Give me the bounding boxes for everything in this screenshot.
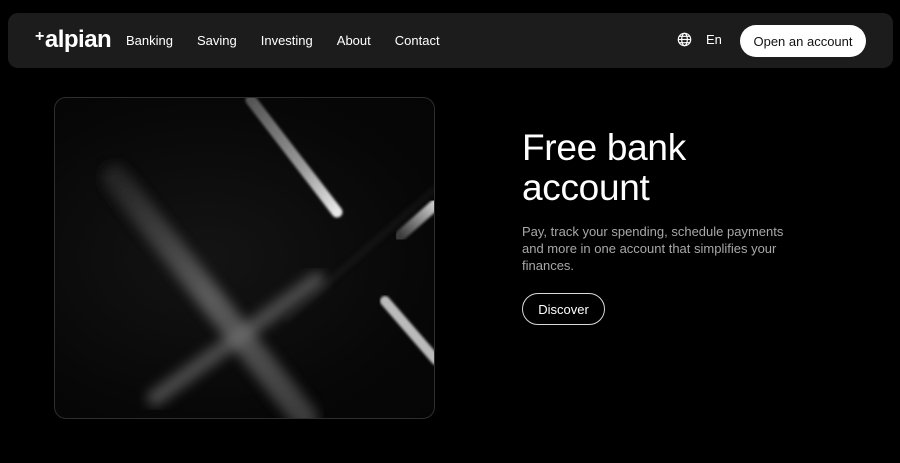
nav-link-about[interactable]: About	[337, 33, 371, 49]
hero-title-line-2: account	[522, 167, 650, 208]
open-account-button[interactable]: Open an account	[740, 25, 866, 57]
logo-plus: +	[35, 28, 44, 45]
hero-image	[54, 97, 435, 419]
language-label: En	[706, 32, 722, 47]
nav-link-saving[interactable]: Saving	[197, 33, 237, 49]
top-navigation-bar: +alpian Banking Saving Investing About C…	[8, 13, 893, 68]
globe-icon	[677, 32, 692, 47]
nav-link-contact[interactable]: Contact	[395, 33, 440, 49]
nav-link-investing[interactable]: Investing	[261, 33, 313, 49]
main-menu: Banking Saving Investing About Contact	[126, 33, 464, 49]
logo-text: alpian	[44, 26, 112, 53]
nav-link-banking[interactable]: Banking	[126, 33, 173, 49]
hero-title-line-1: Free bank	[522, 127, 686, 168]
language-selector[interactable]: En	[677, 32, 722, 47]
hero-title: Free bank account	[522, 128, 822, 208]
hero-description: Pay, track your spending, schedule payme…	[522, 224, 784, 273]
alpian-logo[interactable]: +alpian	[35, 26, 112, 53]
discover-button[interactable]: Discover	[522, 293, 605, 325]
